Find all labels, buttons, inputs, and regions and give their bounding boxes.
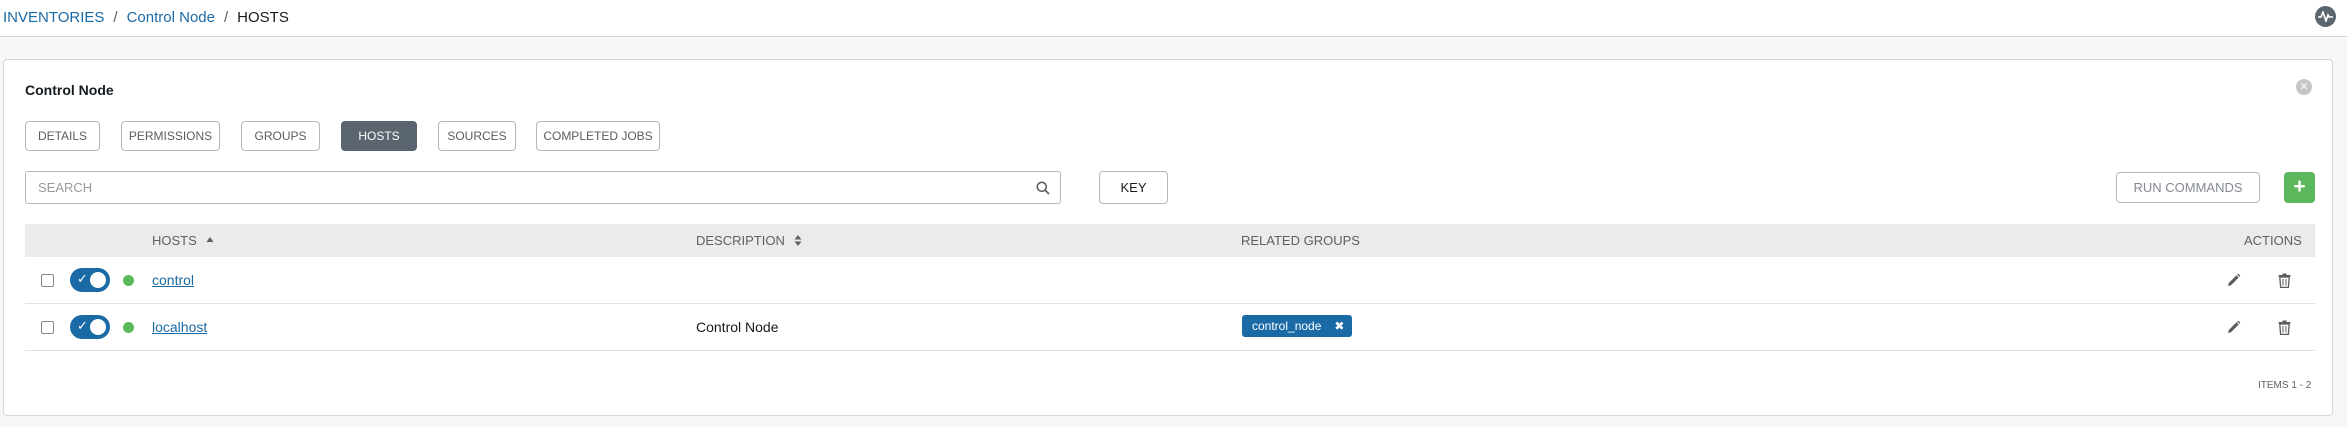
host-name-link[interactable]: localhost [152,319,207,335]
breadcrumb-separator: / [223,9,229,26]
row-checkbox[interactable] [41,321,54,334]
column-related-groups: RELATED GROUPS [1241,233,1360,248]
edit-icon[interactable] [2224,271,2242,289]
column-description-label: DESCRIPTION [696,233,785,248]
host-enabled-toggle[interactable]: ✓ [70,315,110,339]
toggle-knob [90,272,106,288]
items-count: ITEMS 1 - 2 [2258,380,2312,391]
column-actions: ACTIONS [2244,233,2302,248]
host-enabled-toggle[interactable]: ✓ [70,268,110,292]
search-box [25,171,1046,204]
breadcrumb-inventories-link[interactable]: INVENTORIES [3,9,104,26]
check-icon: ✓ [77,271,88,286]
top-bar: INVENTORIES / Control Node / HOSTS [0,0,2347,37]
table-row: ✓ localhost Control Node control_node ✖ [25,304,2315,351]
column-hosts[interactable]: HOSTS [152,233,214,248]
breadcrumb-separator: / [113,9,118,26]
host-name-link[interactable]: control [152,272,194,288]
search-icon [1036,181,1050,195]
tab-sources[interactable]: SOURCES [438,121,516,151]
activity-stream-icon[interactable] [2315,6,2336,27]
status-ok-icon[interactable] [123,275,134,286]
check-icon: ✓ [77,318,88,333]
search-input[interactable] [26,172,1046,203]
tab-details[interactable]: DETAILS [25,121,100,151]
column-description[interactable]: DESCRIPTION [696,233,802,248]
breadcrumb: INVENTORIES / Control Node / HOSTS [3,9,289,26]
remove-tag-icon[interactable]: ✖ [1334,315,1344,337]
sort-asc-icon [206,237,214,242]
sort-icon [794,235,802,246]
add-host-button[interactable]: + [2284,172,2315,203]
inventory-panel: Control Node ✕ DETAILS PERMISSIONS GROUP… [3,59,2333,416]
panel-title: Control Node [25,82,114,98]
breadcrumb-inventory-link[interactable]: Control Node [127,9,215,26]
delete-icon[interactable] [2275,271,2293,289]
row-checkbox[interactable] [41,274,54,287]
toggle-knob [90,319,106,335]
tab-hosts[interactable]: HOSTS [341,121,417,151]
tab-permissions[interactable]: PERMISSIONS [121,121,220,151]
table-row: ✓ control [25,257,2315,304]
host-description: Control Node [696,319,779,335]
tab-completed-jobs[interactable]: COMPLETED JOBS [536,121,660,151]
search-button[interactable] [1025,171,1061,204]
close-icon[interactable]: ✕ [2296,79,2312,95]
related-group-tag[interactable]: control_node ✖ [1242,315,1353,337]
run-commands-button[interactable]: RUN COMMANDS [2116,172,2260,203]
breadcrumb-current: HOSTS [237,9,289,26]
edit-icon[interactable] [2224,318,2242,336]
table-header: HOSTS DESCRIPTION RELATED GROUPS ACTIONS [25,224,2315,257]
related-group-label: control_node [1252,319,1322,333]
status-ok-icon[interactable] [123,322,134,333]
key-button[interactable]: KEY [1099,171,1168,204]
tab-groups[interactable]: GROUPS [241,121,320,151]
column-hosts-label: HOSTS [152,233,197,248]
delete-icon[interactable] [2275,318,2293,336]
